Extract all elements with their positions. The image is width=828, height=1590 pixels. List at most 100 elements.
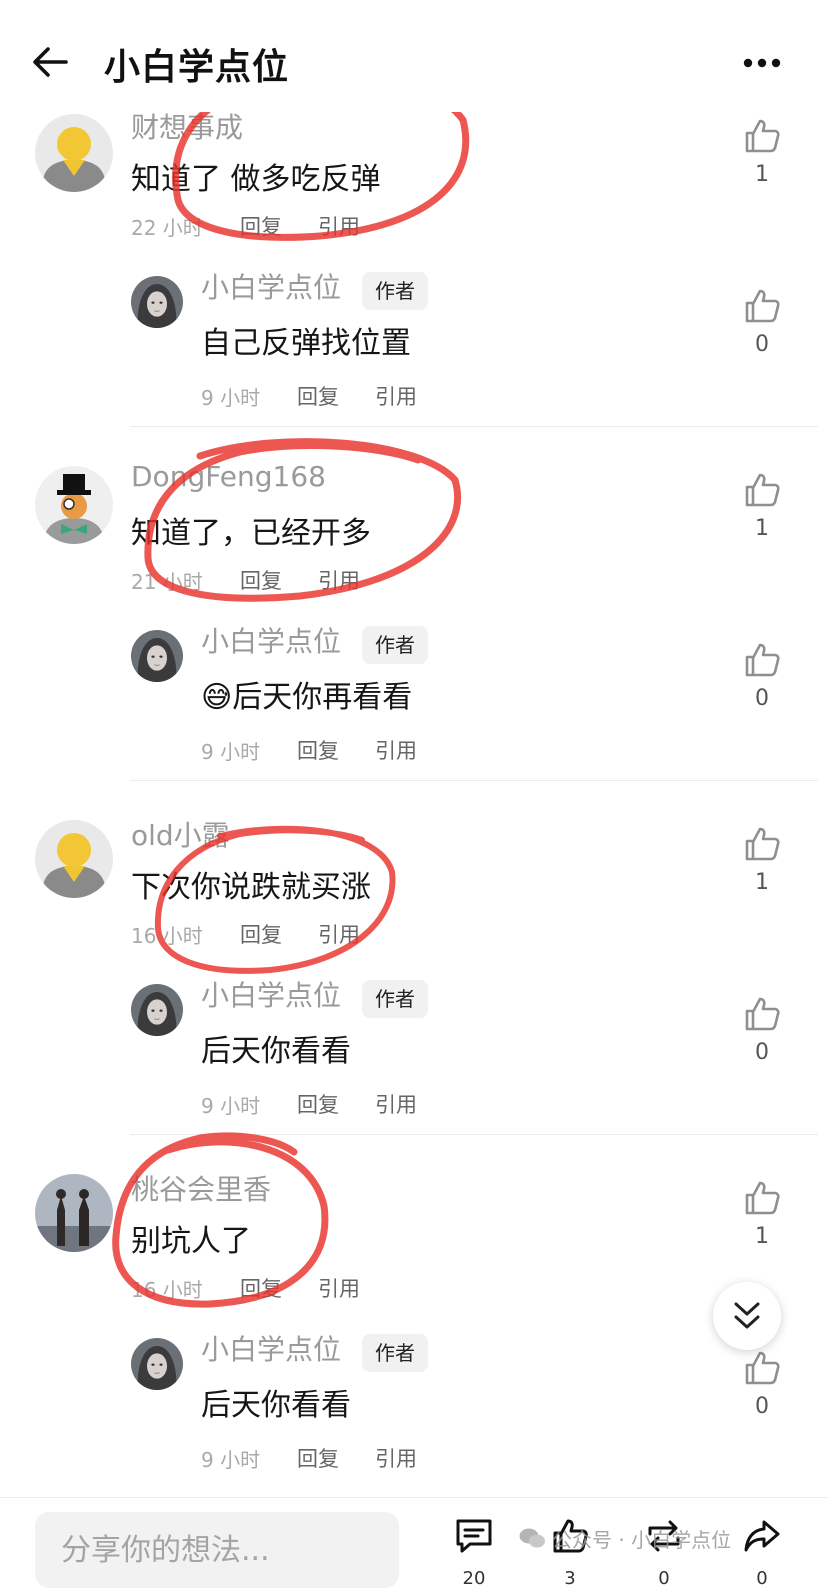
comment-text: 别坑人了 (131, 1224, 251, 1259)
author-tag-badge: 作者 (362, 626, 428, 664)
thumbs-up-icon (745, 119, 780, 153)
reply-time: 9 小时 (201, 740, 261, 764)
comment-like-count: 1 (755, 870, 769, 895)
author-tag-badge: 作者 (362, 1334, 428, 1372)
author-avatar[interactable] (131, 1338, 183, 1390)
thumbs-up-icon (745, 643, 780, 677)
thumbs-up-icon (745, 827, 780, 861)
reply-quote-button[interactable]: 引用 (375, 1443, 417, 1473)
more-options-button[interactable] (735, 48, 789, 78)
watermark-text: 公众号 · 小白学点位 (552, 1527, 732, 1552)
commenter-name[interactable]: old小露 (131, 814, 230, 854)
back-button[interactable] (30, 42, 80, 86)
reply-quote-button[interactable]: 引用 (375, 735, 417, 765)
commenter-name[interactable]: 桃谷会里香 (131, 1168, 271, 1208)
share-count: 0 (756, 1568, 768, 1589)
scroll-down-button[interactable] (713, 1282, 781, 1350)
reply-button[interactable]: 回复 (240, 211, 282, 241)
quote-button[interactable]: 引用 (318, 1273, 360, 1303)
reply-quote-button[interactable]: 引用 (375, 1089, 417, 1119)
arrow-left-icon (33, 47, 68, 77)
reply-text: 后天你看看 (201, 1026, 351, 1070)
wechat-icon (519, 1528, 545, 1548)
commenter-avatar[interactable] (35, 114, 113, 192)
share-button[interactable] (742, 1516, 782, 1556)
thumbs-up-icon (745, 997, 780, 1031)
reply-like-count: 0 (755, 1040, 769, 1065)
reply-text: 😅后天你再看看 (201, 672, 412, 716)
comment-divider (130, 780, 818, 781)
commenter-avatar[interactable] (35, 1174, 113, 1252)
reply-text-content: 后天你看看 (201, 1034, 351, 1069)
commenter-name[interactable]: 财想事成 (131, 106, 243, 146)
reply-like-button[interactable] (742, 286, 782, 326)
post-like-count: 3 (564, 1568, 576, 1589)
comment-text: 知道了，已经开多 (131, 516, 371, 551)
comment-bubble-icon (456, 1519, 492, 1553)
comment-text: 知道了 做多吃反弹 (131, 162, 381, 197)
reply-author-name[interactable]: 小白学点位 (201, 620, 341, 660)
comment-divider (130, 1134, 818, 1135)
quote-button[interactable]: 引用 (318, 565, 360, 595)
thumbs-up-icon (745, 473, 780, 507)
reply-text: 后天你看看 (201, 1380, 351, 1424)
page-title: 小白学点位 (104, 47, 290, 88)
reply-like-button[interactable] (742, 640, 782, 680)
reply-author-name[interactable]: 小白学点位 (201, 266, 341, 306)
comment-like-count: 1 (755, 516, 769, 541)
commenter-name[interactable]: DongFeng168 (131, 460, 326, 493)
comment-like-count: 1 (755, 162, 769, 187)
reply-author-name[interactable]: 小白学点位 (201, 974, 341, 1014)
comment-time: 22 小时 (131, 216, 203, 240)
reply-like-button[interactable] (742, 994, 782, 1034)
reply-text-content: 后天你再看看 (232, 680, 413, 715)
comment-like-button[interactable] (742, 1178, 782, 1218)
reply-like-count: 0 (755, 1394, 769, 1419)
commenter-avatar[interactable] (35, 466, 113, 544)
reply-button[interactable]: 回复 (240, 565, 282, 595)
comment-time: 21 小时 (131, 570, 203, 594)
repost-count: 0 (658, 1568, 670, 1589)
author-avatar[interactable] (131, 630, 183, 682)
reply-button[interactable]: 回复 (240, 1273, 282, 1303)
watermark: 公众号 · 小白学点位 (518, 1523, 731, 1553)
author-avatar[interactable] (131, 276, 183, 328)
reply-button[interactable]: 回复 (240, 919, 282, 949)
author-tag-badge: 作者 (362, 272, 428, 310)
thumbs-up-icon (745, 289, 780, 323)
share-arrow-icon (744, 1520, 780, 1552)
grinning-sweat-emoji-icon: 😅 (201, 680, 233, 715)
comments-button[interactable] (454, 1516, 494, 1556)
quote-button[interactable]: 引用 (318, 211, 360, 241)
comment-like-button[interactable] (742, 116, 782, 156)
author-avatar[interactable] (131, 984, 183, 1036)
quote-button[interactable]: 引用 (318, 919, 360, 949)
double-chevron-down-icon (734, 1302, 760, 1329)
thumbs-up-icon (745, 1351, 780, 1385)
reply-reply-button[interactable]: 回复 (297, 735, 339, 765)
comment-like-button[interactable] (742, 824, 782, 864)
reply-quote-button[interactable]: 引用 (375, 381, 417, 411)
comment-text: 下次你说跌就买涨 (131, 870, 371, 905)
more-dots-icon (743, 58, 781, 68)
commenter-avatar[interactable] (35, 820, 113, 898)
comment-like-button[interactable] (742, 470, 782, 510)
comment-time: 16 小时 (131, 1278, 203, 1302)
reply-author-name[interactable]: 小白学点位 (201, 1328, 341, 1368)
reply-reply-button[interactable]: 回复 (297, 1089, 339, 1119)
comment-like-count: 1 (755, 1224, 769, 1249)
thumbs-up-icon (745, 1181, 780, 1215)
reply-reply-button[interactable]: 回复 (297, 381, 339, 411)
comment-divider (130, 426, 818, 427)
reply-time: 9 小时 (201, 1094, 261, 1118)
comment-count: 20 (462, 1568, 486, 1589)
reply-like-count: 0 (755, 332, 769, 357)
reply-like-button[interactable] (742, 1348, 782, 1388)
reply-time: 9 小时 (201, 386, 261, 410)
reply-text: 自己反弹找位置 (201, 318, 411, 362)
reply-like-count: 0 (755, 686, 769, 711)
reply-time: 9 小时 (201, 1448, 261, 1472)
reply-reply-button[interactable]: 回复 (297, 1443, 339, 1473)
comment-input[interactable] (35, 1512, 399, 1588)
reply-text-content: 后天你看看 (201, 1388, 351, 1423)
